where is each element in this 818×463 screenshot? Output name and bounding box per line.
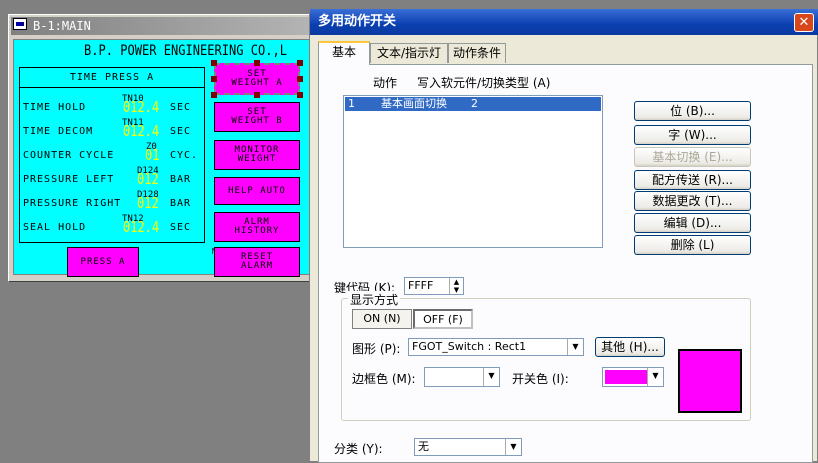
keycode-value: FFFF bbox=[408, 279, 434, 292]
action-list[interactable]: 1 基本画面切换 2 bbox=[343, 95, 603, 248]
data-change-button[interactable]: 数据更改 (T)... bbox=[634, 191, 751, 211]
shape-value: FGOT_Switch : Rect1 bbox=[412, 340, 527, 353]
off-state-button[interactable]: OFF (F) bbox=[413, 309, 473, 329]
set-weight-a-button[interactable]: SET WEIGHT A bbox=[214, 63, 300, 95]
row-label-counter-cycle: COUNTER CYCLE bbox=[23, 150, 115, 161]
delete-button[interactable]: 删除 (L) bbox=[634, 235, 751, 255]
selection-handle[interactable] bbox=[211, 76, 217, 82]
switch-color-label: 开关色 (I): bbox=[512, 372, 569, 386]
help-auto-button[interactable]: HELP AUTO bbox=[214, 177, 300, 205]
switch-color-select[interactable]: ▼ bbox=[602, 367, 664, 387]
category-label: 分类 (Y): bbox=[334, 442, 383, 456]
row-unit: CYC. bbox=[170, 150, 199, 161]
list-header-action: 动作 bbox=[373, 76, 398, 90]
selection-handle[interactable] bbox=[297, 60, 303, 66]
tab-text-indicator[interactable]: 文本/指示灯 bbox=[370, 43, 448, 63]
tab-action-conditions[interactable]: 动作条件 bbox=[448, 43, 506, 63]
row-unit: BAR bbox=[170, 198, 192, 209]
base-switch-button[interactable]: 基本切换 (E)... bbox=[634, 147, 751, 167]
row-value[interactable]: 012 bbox=[137, 194, 159, 212]
screen-window[interactable]: B-1:MAIN B.P. POWER ENGINEERING CO.,L TI… bbox=[8, 14, 322, 282]
dialog-title[interactable]: 多用动作开关 bbox=[310, 9, 818, 35]
row-label-pressure-left: PRESSURE LEFT bbox=[23, 174, 115, 185]
tab-basic[interactable]: 基本 bbox=[318, 41, 370, 65]
row-value[interactable]: 012 bbox=[137, 170, 159, 188]
row-unit: SEC bbox=[170, 102, 192, 113]
row-label-time-hold: TIME HOLD bbox=[23, 102, 87, 113]
on-state-button[interactable]: ON (N) bbox=[352, 309, 412, 329]
row-unit: SEC bbox=[170, 126, 192, 137]
row-unit: BAR bbox=[170, 174, 192, 185]
shape-label: 图形 (P): bbox=[352, 342, 401, 356]
row-value[interactable]: 012.4 bbox=[123, 122, 159, 140]
border-color-select[interactable]: ▼ bbox=[424, 367, 500, 387]
switch-color-swatch bbox=[605, 370, 647, 384]
spinner-icon[interactable]: ▲ ▼ bbox=[449, 278, 463, 294]
time-press-panel: TIME PRESS A TIME HOLD TN10 012.4 SEC TI… bbox=[19, 67, 205, 243]
selection-handle[interactable] bbox=[297, 76, 303, 82]
category-value: 无 bbox=[418, 440, 429, 453]
list-item-action: 基本画面切换 bbox=[381, 97, 447, 110]
border-color-label: 边框色 (M): bbox=[352, 372, 416, 386]
row-label-pressure-right: PRESSURE RIGHT bbox=[23, 198, 122, 209]
selection-handle[interactable] bbox=[297, 92, 303, 98]
multi-action-switch-dialog: 多用动作开关 ✕ 文本/指示灯 动作条件 动作 写入软元件/切换类型 (A) 1… bbox=[309, 8, 818, 463]
panel-title: TIME PRESS A bbox=[20, 68, 204, 88]
selection-handle[interactable] bbox=[211, 60, 217, 66]
list-item[interactable]: 1 基本画面切换 2 bbox=[345, 97, 601, 111]
display-mode-group: 显示方式 ON (N) OFF (F) 图形 (P): FGOT_Switch … bbox=[341, 291, 751, 421]
screen-canvas[interactable]: B.P. POWER ENGINEERING CO.,L TIME PRESS … bbox=[13, 39, 313, 277]
other-button[interactable]: 其他 (H)... bbox=[595, 337, 665, 357]
list-header-device: 写入软元件/切换类型 (A) bbox=[417, 76, 551, 90]
chevron-down-icon[interactable]: ▼ bbox=[505, 439, 521, 455]
row-value[interactable]: 012.4 bbox=[123, 218, 159, 236]
selection-handle[interactable] bbox=[254, 60, 260, 66]
selection-handle[interactable] bbox=[211, 92, 217, 98]
row-value[interactable]: 012.4 bbox=[123, 98, 159, 116]
selection-handle[interactable] bbox=[254, 92, 260, 98]
list-item-index: 1 bbox=[348, 97, 355, 110]
monitor-weight-button[interactable]: MONITOR WEIGHT bbox=[214, 140, 300, 170]
screen-window-icon bbox=[13, 18, 27, 30]
display-mode-label: 显示方式 bbox=[348, 291, 401, 308]
word-button[interactable]: 字 (W)... bbox=[634, 125, 751, 145]
recipe-transfer-button[interactable]: 配方传送 (R)... bbox=[634, 170, 751, 190]
border-color-swatch bbox=[427, 370, 483, 384]
reset-alarm-button[interactable]: RESET ALARM bbox=[214, 247, 300, 277]
chevron-down-icon[interactable]: ▼ bbox=[483, 368, 499, 386]
chevron-down-icon[interactable]: ▼ bbox=[567, 339, 583, 355]
set-weight-b-button[interactable]: SET WEIGHT B bbox=[214, 102, 300, 132]
switch-preview bbox=[678, 349, 742, 413]
company-title: B.P. POWER ENGINEERING CO.,L bbox=[84, 43, 287, 59]
row-label-time-decom: TIME DECOM bbox=[23, 126, 94, 137]
alrm-history-button[interactable]: ALRM HISTORY bbox=[214, 212, 300, 242]
list-item-target: 2 bbox=[471, 97, 478, 110]
row-unit: SEC bbox=[170, 222, 192, 233]
shape-select[interactable]: FGOT_Switch : Rect1 ▼ bbox=[408, 338, 584, 356]
tab-panel-basic: 动作 写入软元件/切换类型 (A) 1 基本画面切换 2 位 (B)... 字 … bbox=[318, 64, 813, 463]
row-label-seal-hold: SEAL HOLD bbox=[23, 222, 87, 233]
press-a-button[interactable]: PRESS A bbox=[67, 247, 139, 277]
close-icon[interactable]: ✕ bbox=[794, 13, 814, 32]
keycode-input[interactable]: FFFF ▲ ▼ bbox=[404, 277, 464, 295]
edit-button[interactable]: 编辑 (D)... bbox=[634, 213, 751, 233]
chevron-down-icon[interactable]: ▼ bbox=[647, 368, 663, 386]
screen-window-title[interactable]: B-1:MAIN bbox=[11, 17, 317, 35]
row-value[interactable]: 01 bbox=[145, 146, 159, 164]
bit-button[interactable]: 位 (B)... bbox=[634, 101, 751, 121]
category-select[interactable]: 无 ▼ bbox=[414, 438, 522, 456]
